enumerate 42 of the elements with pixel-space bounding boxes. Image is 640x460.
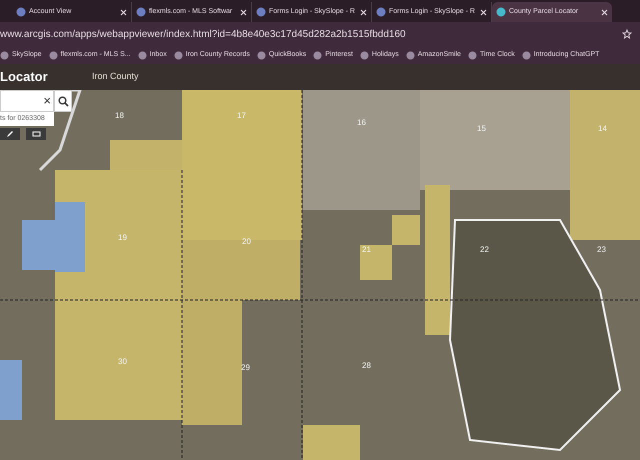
bookmark-icon (313, 50, 322, 60)
bookmark-icon (174, 50, 183, 60)
section-number: 16 (357, 117, 366, 129)
bookmark-icon (138, 50, 147, 60)
close-icon[interactable] (360, 8, 367, 16)
bookmark-icon (0, 50, 9, 60)
section-number: 22 (480, 244, 489, 256)
star-icon[interactable] (622, 29, 632, 39)
site-icon (136, 7, 146, 17)
bookmark-icon (48, 50, 58, 60)
section-number: 18 (115, 110, 124, 122)
section-number: 17 (237, 110, 246, 122)
clear-button[interactable]: × (43, 91, 53, 111)
site-icon (376, 7, 386, 17)
county-name: Iron County (92, 70, 139, 84)
bookmark-icon (256, 50, 266, 60)
bookmark-icon (406, 50, 415, 60)
close-icon[interactable] (240, 8, 247, 16)
close-icon[interactable] (120, 8, 127, 16)
section-number: 23 (597, 244, 606, 256)
section-number: 28 (362, 360, 371, 372)
section-number: 29 (241, 362, 250, 374)
search-field[interactable]: × (0, 90, 54, 112)
search-button[interactable] (54, 90, 72, 112)
bookmark-icon (360, 50, 369, 60)
site-icon (496, 7, 506, 17)
app-title: Locator (0, 68, 49, 86)
section-number: 15 (477, 123, 486, 135)
close-icon[interactable] (601, 8, 608, 16)
site-icon (16, 7, 26, 17)
close-icon[interactable] (480, 8, 487, 16)
edit-button[interactable] (0, 128, 20, 140)
bookmark-icon (468, 50, 477, 60)
section-number: 21 (362, 244, 371, 256)
search-icon (58, 96, 68, 106)
pencil-icon (6, 130, 14, 138)
section-number: 20 (242, 236, 251, 248)
site-icon (256, 7, 266, 17)
section-number: 30 (118, 356, 127, 368)
bookmark-icon (522, 50, 531, 60)
section-number: 14 (598, 123, 607, 135)
section-number: 19 (118, 232, 127, 244)
